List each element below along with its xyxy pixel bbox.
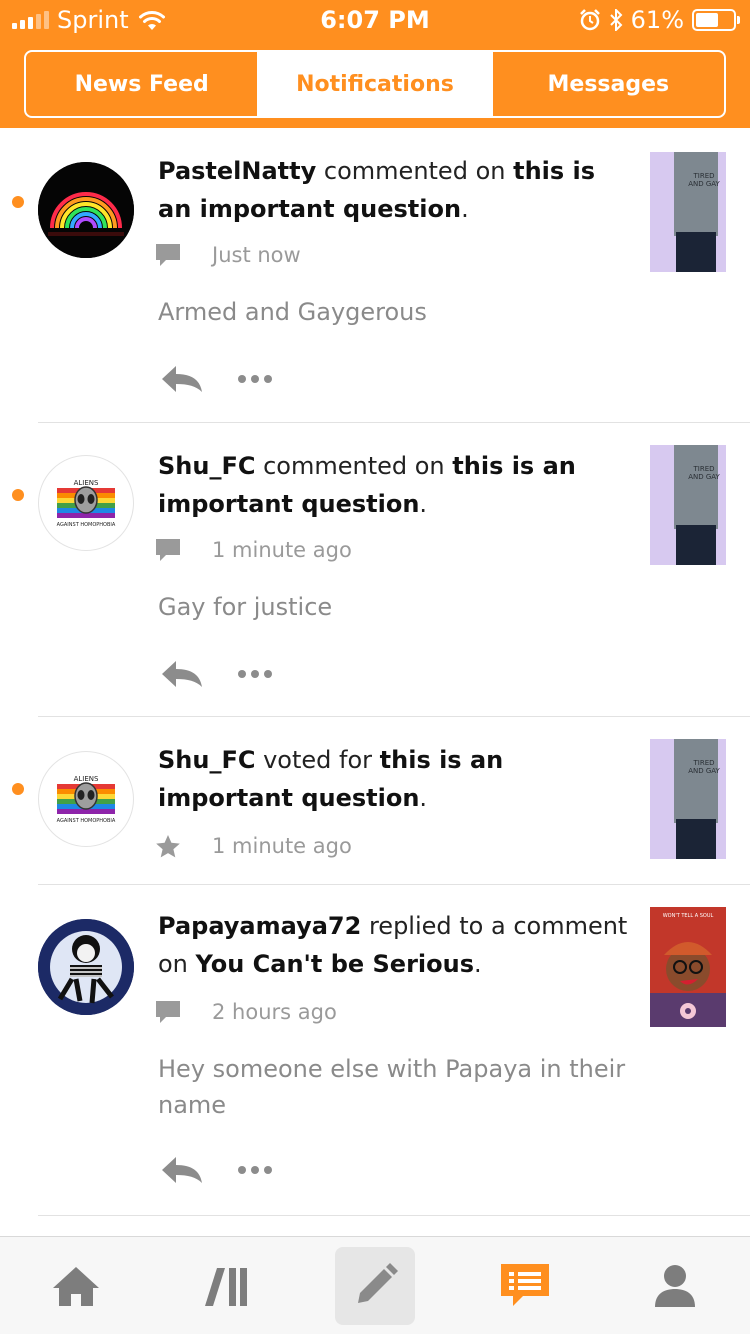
notification-headline: Shu_FC commented on this is an important…: [158, 447, 628, 523]
comment-actions: [160, 364, 272, 394]
timestamp: 1 minute ago: [212, 834, 352, 858]
notifications-icon: [501, 1264, 549, 1306]
carrier-label: Sprint: [57, 6, 129, 34]
battery-icon: [692, 9, 740, 31]
comment-icon: [156, 1001, 180, 1023]
actor-name[interactable]: Papayamaya72: [158, 912, 361, 940]
svg-text:ALIENS: ALIENS: [74, 775, 99, 783]
punctuation: .: [474, 950, 482, 978]
svg-text:AND GAY: AND GAY: [688, 767, 720, 775]
feed-tabs: News Feed Notifications Messages: [24, 50, 726, 118]
avatar[interactable]: [38, 919, 134, 1015]
notification-headline: Papayamaya72 replied to a comment on You…: [158, 907, 628, 983]
notification-item[interactable]: ALIENS AGAINST HOMOPHOBIA Shu_FC comment…: [0, 423, 750, 716]
svg-text:AND GAY: AND GAY: [688, 180, 720, 188]
nav-write[interactable]: [335, 1247, 415, 1325]
reply-icon[interactable]: [160, 1155, 204, 1185]
aliens-badge-image: ALIENS AGAINST HOMOPHOBIA: [57, 479, 116, 528]
anime-avatar-image: [38, 919, 134, 1015]
tab-messages[interactable]: Messages: [493, 52, 724, 116]
notification-item[interactable]: PastelNatty commented on this is an impo…: [0, 128, 750, 422]
story-cover[interactable]: WON'T TELL A SOUL: [650, 907, 726, 1027]
punctuation: .: [419, 784, 428, 812]
battery-percent: 61%: [630, 6, 684, 34]
comment-icon: [156, 244, 180, 266]
notification-item[interactable]: ALIENS AGAINST HOMOPHOBIA Shu_FC voted f…: [0, 717, 750, 884]
story-cover[interactable]: TIRED AND GAY: [650, 739, 726, 859]
compose-icon: [358, 1263, 398, 1303]
reply-icon[interactable]: [160, 659, 204, 689]
signal-icon: [12, 11, 49, 29]
star-icon: [156, 835, 180, 858]
comment-text: Armed and Gaygerous: [158, 298, 427, 326]
neon-rainbow-image: [38, 162, 134, 258]
divider: [38, 1215, 750, 1216]
actor-name[interactable]: Shu_FC: [158, 452, 255, 480]
more-options-icon[interactable]: [238, 670, 272, 678]
avatar[interactable]: ALIENS AGAINST HOMOPHOBIA: [38, 455, 134, 551]
comment-actions: [160, 1155, 272, 1185]
notification-meta: 2 hours ago: [154, 999, 337, 1025]
aliens-badge-image: ALIENS AGAINST HOMOPHOBIA: [57, 775, 116, 824]
unread-dot: [12, 196, 24, 208]
punctuation: .: [419, 490, 428, 518]
punctuation: .: [461, 195, 469, 223]
svg-text:WON'T TELL A SOUL: WON'T TELL A SOUL: [663, 913, 714, 919]
wifi-icon: [138, 11, 165, 30]
bluetooth-icon: [609, 9, 623, 31]
timestamp: Just now: [212, 243, 301, 267]
app-header: Sprint 6:07 PM 61% News Feed Notificatio…: [0, 0, 750, 128]
status-bar: Sprint 6:07 PM 61%: [0, 0, 750, 42]
profile-icon: [655, 1265, 695, 1307]
nav-profile[interactable]: [635, 1247, 715, 1325]
tab-notifications[interactable]: Notifications: [259, 52, 493, 116]
avatar[interactable]: ALIENS AGAINST HOMOPHOBIA: [38, 751, 134, 847]
svg-text:AND GAY: AND GAY: [688, 473, 720, 481]
timestamp: 1 minute ago: [212, 538, 352, 562]
library-icon: [205, 1268, 247, 1306]
unread-dot: [12, 783, 24, 795]
svg-text:TIRED: TIRED: [692, 465, 714, 473]
svg-text:ALIENS: ALIENS: [74, 479, 99, 487]
reply-icon[interactable]: [160, 364, 204, 394]
notification-meta: Just now: [154, 242, 301, 268]
notification-meta: 1 minute ago: [154, 537, 352, 563]
comment-text: Gay for justice: [158, 593, 333, 621]
more-options-icon[interactable]: [238, 1166, 272, 1174]
nav-library[interactable]: [186, 1247, 266, 1325]
svg-text:TIRED: TIRED: [692, 759, 714, 767]
timestamp: 2 hours ago: [212, 1000, 337, 1024]
story-cover[interactable]: TIRED AND GAY: [650, 152, 726, 272]
actor-name[interactable]: PastelNatty: [158, 157, 316, 185]
more-options-icon[interactable]: [238, 375, 272, 383]
comment-text: Hey someone else with Papaya in their na…: [158, 1055, 626, 1119]
nav-home[interactable]: [36, 1247, 116, 1325]
notification-headline: Shu_FC voted for this is an important qu…: [158, 741, 628, 817]
action-text: commented on: [255, 452, 453, 480]
comment-icon: [156, 539, 180, 561]
avatar[interactable]: [38, 162, 134, 258]
comment-actions: [160, 659, 272, 689]
nav-notifications[interactable]: [485, 1247, 565, 1325]
unread-dot: [12, 489, 24, 501]
notification-item[interactable]: Papayamaya72 replied to a comment on You…: [0, 885, 750, 1215]
action-text: commented on: [316, 157, 514, 185]
actor-name[interactable]: Shu_FC: [158, 746, 255, 774]
bottom-nav: [0, 1236, 750, 1334]
story-title[interactable]: You Can't be Serious: [196, 950, 474, 978]
notification-meta: 1 minute ago: [154, 833, 352, 859]
action-text: voted for: [255, 746, 380, 774]
svg-text:AGAINST HOMOPHOBIA: AGAINST HOMOPHOBIA: [57, 522, 116, 528]
notification-headline: PastelNatty commented on this is an impo…: [158, 152, 628, 228]
tab-news-feed[interactable]: News Feed: [26, 52, 260, 116]
story-cover[interactable]: TIRED AND GAY: [650, 445, 726, 565]
shirt-text: TIRED: [692, 172, 714, 180]
alarm-icon: [579, 9, 600, 31]
svg-text:AGAINST HOMOPHOBIA: AGAINST HOMOPHOBIA: [57, 818, 116, 824]
home-icon: [53, 1267, 99, 1306]
